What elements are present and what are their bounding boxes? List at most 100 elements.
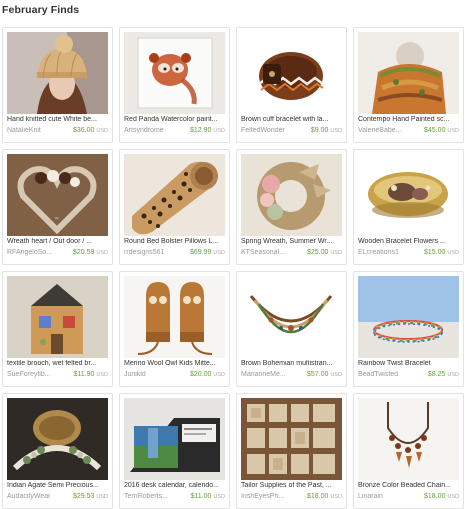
listing-meta: AudacityWear $29.53 USD — [7, 493, 108, 503]
listing-title[interactable]: Hand knitted cute White be... — [7, 116, 108, 123]
listing-image[interactable] — [124, 32, 225, 114]
listing-title[interactable]: Bronze Color Beaded Chain... — [358, 482, 459, 489]
listing-title[interactable]: Tailor Supplies of the Past, ... — [241, 482, 342, 489]
listing-image[interactable] — [124, 398, 225, 480]
listing-card[interactable]: Brown Bohemian multistran... MarianneMe.… — [236, 271, 347, 387]
currency: USD — [447, 250, 459, 256]
price-block: $20.59 USD — [73, 249, 108, 256]
shop-name[interactable]: RFAngeloSo... — [7, 249, 52, 256]
price-block: $12.90 USD — [190, 127, 225, 134]
svg-text:~: ~ — [54, 215, 59, 222]
page-title: February Finds — [2, 4, 80, 16]
price-block: $20.00 USD — [190, 371, 225, 378]
listing-meta: FeltedWonder $9.00 USD — [241, 127, 342, 137]
shop-name[interactable]: Junikid — [124, 371, 146, 378]
shop-name[interactable]: NatalieKnit — [7, 127, 41, 134]
listing-card[interactable]: Red Panda Watercolor paint... Artsyndrom… — [119, 27, 230, 143]
listing-image[interactable]: ~ — [7, 154, 108, 236]
listing-title[interactable]: 2016 desk calendar, calendo... — [124, 482, 225, 489]
shop-name[interactable]: IrishEyesPh... — [241, 493, 284, 500]
listing-image[interactable] — [7, 32, 108, 114]
price: $29.53 — [72, 493, 95, 500]
price: $8.25 — [427, 371, 446, 378]
listing-card[interactable]: Contempo Hand Painted sc... ValerieBabe.… — [353, 27, 464, 143]
price: $11.00 — [190, 493, 212, 500]
currency: USD — [447, 494, 459, 500]
price: $69.99 — [189, 249, 212, 256]
listing-card[interactable]: Rainbow Twist Bracelet BeadTwisted $8.25… — [353, 271, 464, 387]
listing-title[interactable]: Spring Wreath, Summer Wr... — [241, 238, 342, 245]
shop-name[interactable]: KTSeasonal... — [241, 249, 285, 256]
listing-title[interactable]: Brown Bohemian multistran... — [241, 360, 342, 367]
currency: USD — [330, 128, 342, 134]
shop-name[interactable]: rrdesigns561 — [124, 249, 164, 256]
listing-image[interactable] — [241, 398, 342, 480]
listing-title[interactable]: textile brooch, wet felted br... — [7, 360, 108, 367]
price: $18.00 — [306, 493, 329, 500]
price: $18.00 — [423, 493, 446, 500]
shop-name[interactable]: SueForeyfib... — [7, 371, 51, 378]
listing-card[interactable]: 2016 desk calendar, calendo... TerriRobe… — [119, 393, 230, 509]
price-block: $29.53 USD — [73, 493, 108, 500]
currency: USD — [330, 250, 342, 256]
shop-name[interactable]: ValerieBabe... — [358, 127, 401, 134]
listing-image[interactable] — [124, 276, 225, 358]
listing-card[interactable]: ~ Wreath heart / Out door / ... RFAngelo… — [2, 149, 113, 265]
listing-image[interactable] — [241, 32, 342, 114]
listing-image[interactable] — [241, 276, 342, 358]
listing-card[interactable]: Wooden Bracelet Flowers ... ELcreations1… — [353, 149, 464, 265]
currency: USD — [96, 128, 108, 134]
listing-image[interactable] — [358, 276, 459, 358]
shop-name[interactable]: MarianneMe... — [241, 371, 286, 378]
listing-card[interactable]: Indian Agate Semi Precious... AudacityWe… — [2, 393, 113, 509]
shop-name[interactable]: FeltedWonder — [241, 127, 285, 134]
listing-card[interactable]: Spring Wreath, Summer Wr... KTSeasonal..… — [236, 149, 347, 265]
currency: USD — [96, 250, 108, 256]
listing-image[interactable] — [358, 398, 459, 480]
listing-card[interactable]: Round Bed Bolster Pillows L... rrdesigns… — [119, 149, 230, 265]
listing-meta: MarianneMe... $57.00 USD — [241, 371, 342, 381]
listing-image[interactable] — [124, 154, 225, 236]
shop-name[interactable]: Linarain — [358, 493, 383, 500]
listing-title[interactable]: Brown cuff bracelet with la... — [241, 116, 342, 123]
listing-card[interactable]: Brown cuff bracelet with la... FeltedWon… — [236, 27, 347, 143]
listing-meta: Linarain $18.00 USD — [358, 493, 459, 503]
price: $45.00 — [423, 127, 446, 134]
listing-card[interactable]: Hand knitted cute White be... NatalieKni… — [2, 27, 113, 143]
price-block: $8.25 USD — [428, 371, 459, 378]
price-block: $18.00 USD — [307, 493, 342, 500]
listing-card[interactable]: Merino Wool Owl Kids Mitte... Junikid $2… — [119, 271, 230, 387]
price-block: $25.00 USD — [307, 249, 342, 256]
listing-card[interactable]: Bronze Color Beaded Chain... Linarain $1… — [353, 393, 464, 509]
listing-card[interactable]: textile brooch, wet felted br... SueFore… — [2, 271, 113, 387]
shop-name[interactable]: AudacityWear — [7, 493, 50, 500]
listing-title[interactable]: Rainbow Twist Bracelet — [358, 360, 459, 367]
listing-image[interactable] — [358, 32, 459, 114]
shop-name[interactable]: ELcreations1 — [358, 249, 399, 256]
listing-title[interactable]: Wreath heart / Out door / ... — [7, 238, 108, 245]
currency: USD — [96, 494, 108, 500]
listing-image[interactable] — [358, 154, 459, 236]
listing-card[interactable]: Tailor Supplies of the Past, ... IrishEy… — [236, 393, 347, 509]
price-block: $57.00 USD — [307, 371, 342, 378]
listing-title[interactable]: Merino Wool Owl Kids Mitte... — [124, 360, 225, 367]
listing-meta: rrdesigns561 $69.99 USD — [124, 249, 225, 259]
listing-title[interactable]: Round Bed Bolster Pillows L... — [124, 238, 225, 245]
price-block: $11.90 USD — [73, 371, 108, 378]
listing-image[interactable] — [7, 276, 108, 358]
listing-title[interactable]: Red Panda Watercolor paint... — [124, 116, 225, 123]
price-block: $36.00 USD — [73, 127, 108, 134]
listing-meta: Junikid $20.00 USD — [124, 371, 225, 381]
listing-meta: NatalieKnit $36.00 USD — [7, 127, 108, 137]
listing-meta: ELcreations1 $15.00 USD — [358, 249, 459, 259]
shop-name[interactable]: BeadTwisted — [358, 371, 398, 378]
listing-title[interactable]: Contempo Hand Painted sc... — [358, 116, 459, 123]
listing-title[interactable]: Indian Agate Semi Precious... — [7, 482, 108, 489]
listing-image[interactable] — [241, 154, 342, 236]
listing-title[interactable]: Wooden Bracelet Flowers ... — [358, 238, 459, 245]
listing-image[interactable] — [7, 398, 108, 480]
price-block: $18.00 USD — [424, 493, 459, 500]
shop-name[interactable]: Artsyndrome — [124, 127, 164, 134]
shop-name[interactable]: TerriRoberts... — [124, 493, 168, 500]
currency: USD — [213, 494, 225, 500]
